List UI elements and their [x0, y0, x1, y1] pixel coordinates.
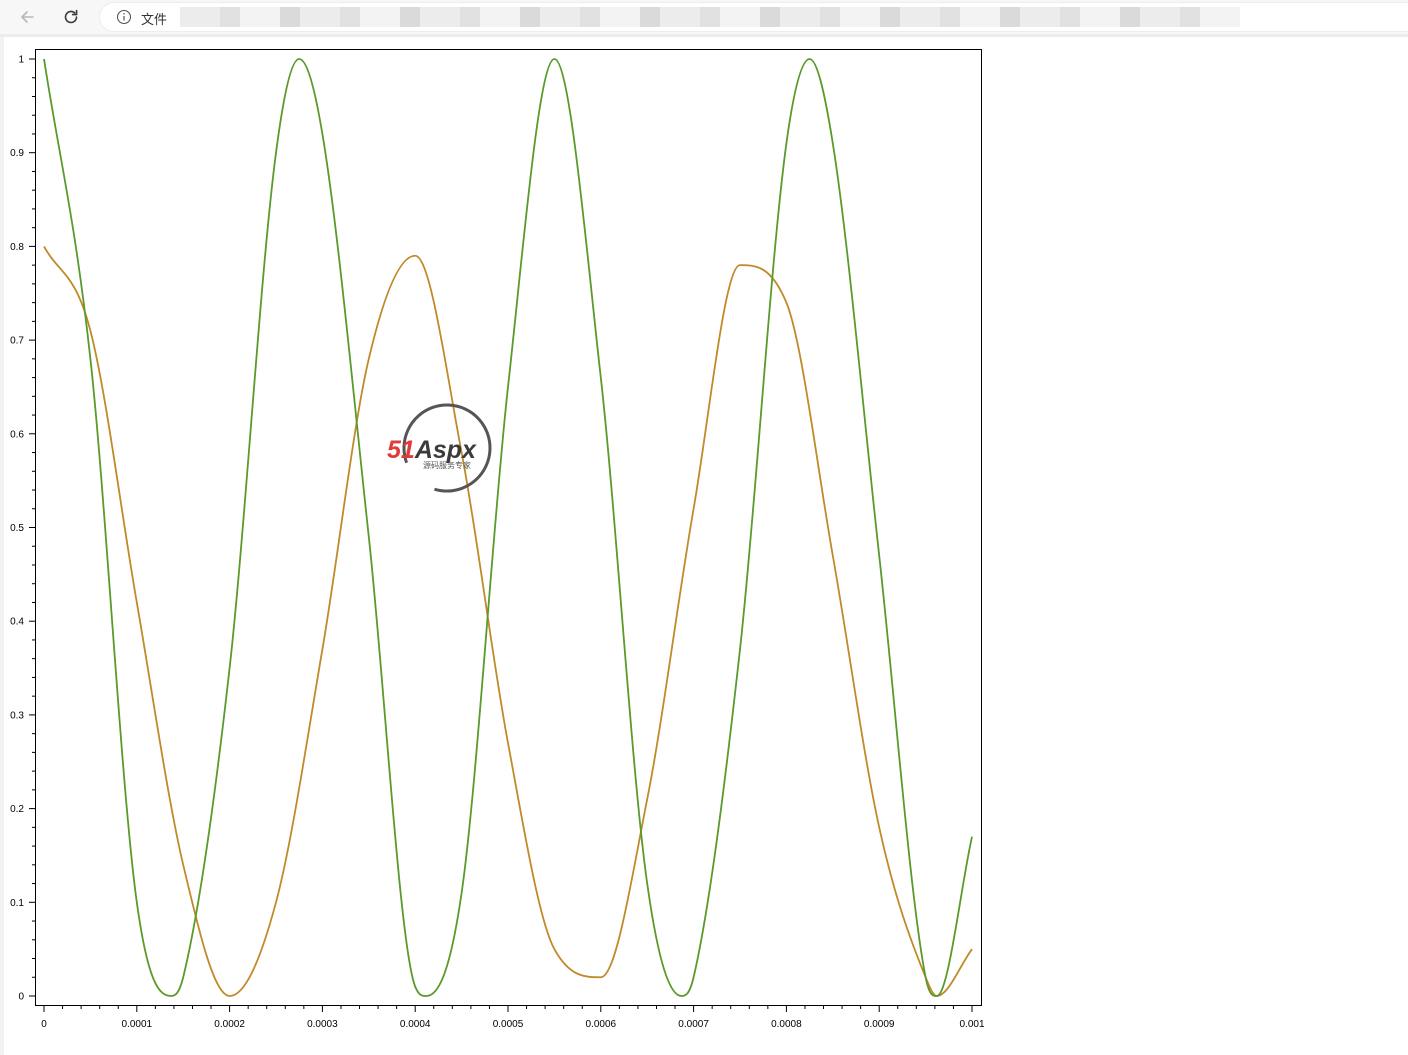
svg-text:51Aspx: 51Aspx	[387, 436, 477, 464]
info-icon[interactable]	[116, 9, 132, 25]
y-tick-label: 0.6	[10, 429, 24, 440]
y-tick-label: 0.1	[10, 898, 24, 909]
arrow-left-icon	[21, 11, 34, 23]
watermark-brand: Aspx	[414, 436, 477, 464]
x-tick-label: 0	[41, 1019, 47, 1030]
x-tick-label: 0.0003	[307, 1019, 338, 1030]
y-tick-label: 0.8	[10, 242, 24, 253]
x-tick-label: 0.0008	[771, 1019, 802, 1030]
watermark-digits: 51	[387, 436, 415, 464]
url-scheme-label: 文件	[141, 13, 168, 28]
x-tick-label: 0.0002	[214, 1019, 245, 1030]
x-tick-label: 0.0006	[586, 1019, 617, 1030]
address-bar[interactable]: 文件	[100, 3, 1408, 31]
y-tick-label: 0.2	[10, 804, 24, 815]
url-text-obscured	[180, 7, 1240, 27]
series-line-1	[43, 58, 973, 997]
x-tick-label: 0.0004	[400, 1019, 431, 1030]
reload-icon	[64, 9, 78, 24]
y-tick-label: 1	[18, 55, 24, 66]
series-line-2	[43, 245, 973, 997]
y-tick-label: 0.9	[10, 148, 24, 159]
x-tick-label: 0.0007	[678, 1019, 709, 1030]
reload-button[interactable]	[58, 4, 84, 30]
watermark-logo: 51Aspx 源码服务专家	[385, 403, 515, 495]
back-button[interactable]	[14, 4, 40, 30]
browser-toolbar: 文件	[0, 0, 1408, 34]
x-tick-label: 0.0001	[122, 1019, 153, 1030]
line-chart: 0 0.1 0.2 0.3 0.4 0.5 0.6 0.7 0.8 0.9 1 0 0.0001 0.0…	[10, 49, 985, 1030]
y-tick-label: 0.5	[10, 523, 24, 534]
y-tick-label: 0.3	[10, 710, 24, 721]
y-tick-label: 0.4	[10, 617, 24, 628]
x-axis: 0 0.0001 0.0002 0.0003 0.0004 0.0005 0.0006 0.0…	[41, 1006, 985, 1030]
y-axis: 0 0.1 0.2 0.3 0.4 0.5 0.6 0.7 0.8 0.9 1	[10, 55, 35, 1003]
x-tick-label: 0.001	[959, 1019, 984, 1030]
x-tick-label: 0.0005	[493, 1019, 524, 1030]
series-layer	[43, 58, 973, 997]
watermark-tagline: 源码服务专家	[423, 460, 471, 470]
x-tick-label: 0.0009	[864, 1019, 895, 1030]
y-tick-label: 0	[18, 992, 24, 1003]
y-tick-label: 0.7	[10, 336, 24, 347]
